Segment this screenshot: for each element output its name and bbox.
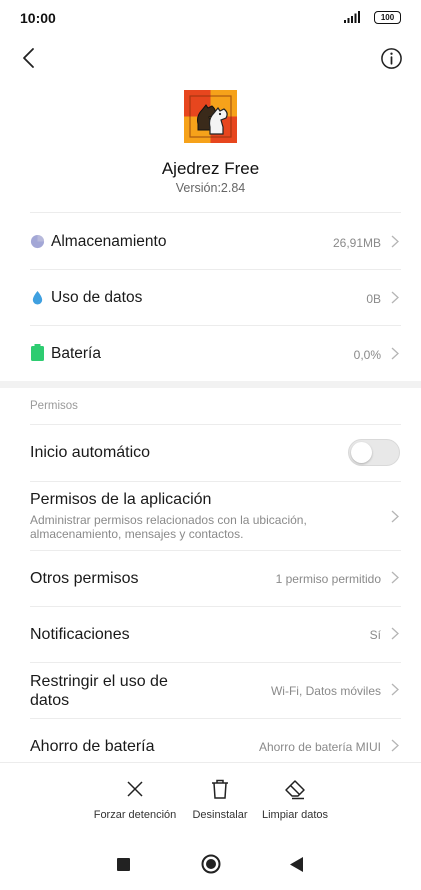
clear-data-label: Limpiar datos <box>261 809 329 821</box>
system-nav-bar <box>0 840 421 890</box>
force-stop-button[interactable]: Forzar detención <box>86 778 184 821</box>
other-permissions-value: 1 permiso permitido <box>275 572 381 586</box>
chevron-right-icon <box>391 235 399 248</box>
section-label-permissions: Permisos <box>30 400 78 412</box>
signal-icon <box>344 11 360 23</box>
notifications-row[interactable]: Notificaciones Sí <box>0 607 421 663</box>
data-usage-label: Uso de datos <box>51 289 143 306</box>
notifications-label: Notificaciones <box>30 626 130 643</box>
data-usage-value: 0B <box>366 292 381 306</box>
app-version: Versión:2.84 <box>175 181 246 195</box>
battery-indicator: 100 <box>374 11 401 24</box>
uninstall-button[interactable]: Desinstalar <box>184 778 256 821</box>
notifications-value: Sí <box>369 628 381 642</box>
clear-data-button[interactable]: Limpiar datos <box>256 778 334 821</box>
chevron-right-icon <box>391 627 399 640</box>
app-name: Ajedrez Free <box>161 159 260 178</box>
status-time: 10:00 <box>20 10 56 26</box>
recents-square-icon[interactable] <box>117 858 130 871</box>
restrict-data-label-line1: Restringir el uso de <box>30 673 168 690</box>
battery-row[interactable]: Batería 0,0% <box>0 326 421 381</box>
storage-value: 26,91MB <box>332 236 381 250</box>
app-permissions-subtitle: Administrar permisos relacionados con la… <box>30 513 307 541</box>
data-usage-row[interactable]: Uso de datos 0B <box>0 270 421 326</box>
autostart-label: Inicio automático <box>30 444 151 461</box>
battery-icon <box>31 344 44 361</box>
close-x-icon <box>127 781 143 797</box>
back-triangle-icon[interactable] <box>290 857 303 872</box>
eraser-icon <box>285 780 305 800</box>
restrict-data-label-line2: datos <box>30 692 70 709</box>
home-circle-icon[interactable] <box>201 854 221 874</box>
restrict-data-row[interactable]: Restringir el uso de datos Wi-Fi, Datos … <box>0 663 421 719</box>
chevron-right-icon <box>391 739 399 752</box>
storage-row[interactable]: Almacenamiento 26,91MB <box>0 213 421 269</box>
chevron-right-icon <box>391 510 399 523</box>
chevron-right-icon <box>391 571 399 584</box>
battery-saver-label: Ahorro de batería <box>30 738 155 755</box>
storage-pie-icon <box>30 234 45 249</box>
status-bar: 10:00 100 <box>0 0 421 36</box>
autostart-toggle[interactable] <box>348 439 400 466</box>
storage-label: Almacenamiento <box>51 233 167 250</box>
chevron-right-icon <box>391 683 399 696</box>
trash-icon <box>212 779 228 799</box>
uninstall-label: Desinstalar <box>192 809 248 821</box>
restrict-data-value: Wi-Fi, Datos móviles <box>270 684 381 698</box>
data-drop-icon <box>32 290 43 305</box>
section-separator <box>0 381 421 388</box>
back-arrow-icon[interactable] <box>18 46 42 70</box>
other-permissions-label: Otros permisos <box>30 570 139 587</box>
battery-value: 0,0% <box>353 348 381 362</box>
force-stop-label: Forzar detención <box>93 809 177 821</box>
battery-label: Batería <box>51 345 101 362</box>
toggle-knob <box>351 442 372 463</box>
chevron-right-icon <box>391 347 399 360</box>
chevron-right-icon <box>391 291 399 304</box>
app-icon <box>184 90 237 143</box>
info-icon[interactable] <box>380 47 403 70</box>
battery-saver-value: Ahorro de batería MIUI <box>258 740 381 754</box>
battery-saver-row[interactable]: Ahorro de batería Ahorro de batería MIUI <box>0 719 421 762</box>
battery-level: 100 <box>380 13 395 22</box>
other-permissions-row[interactable]: Otros permisos 1 permiso permitido <box>0 551 421 607</box>
app-permissions-label: Permisos de la aplicación <box>30 491 212 508</box>
